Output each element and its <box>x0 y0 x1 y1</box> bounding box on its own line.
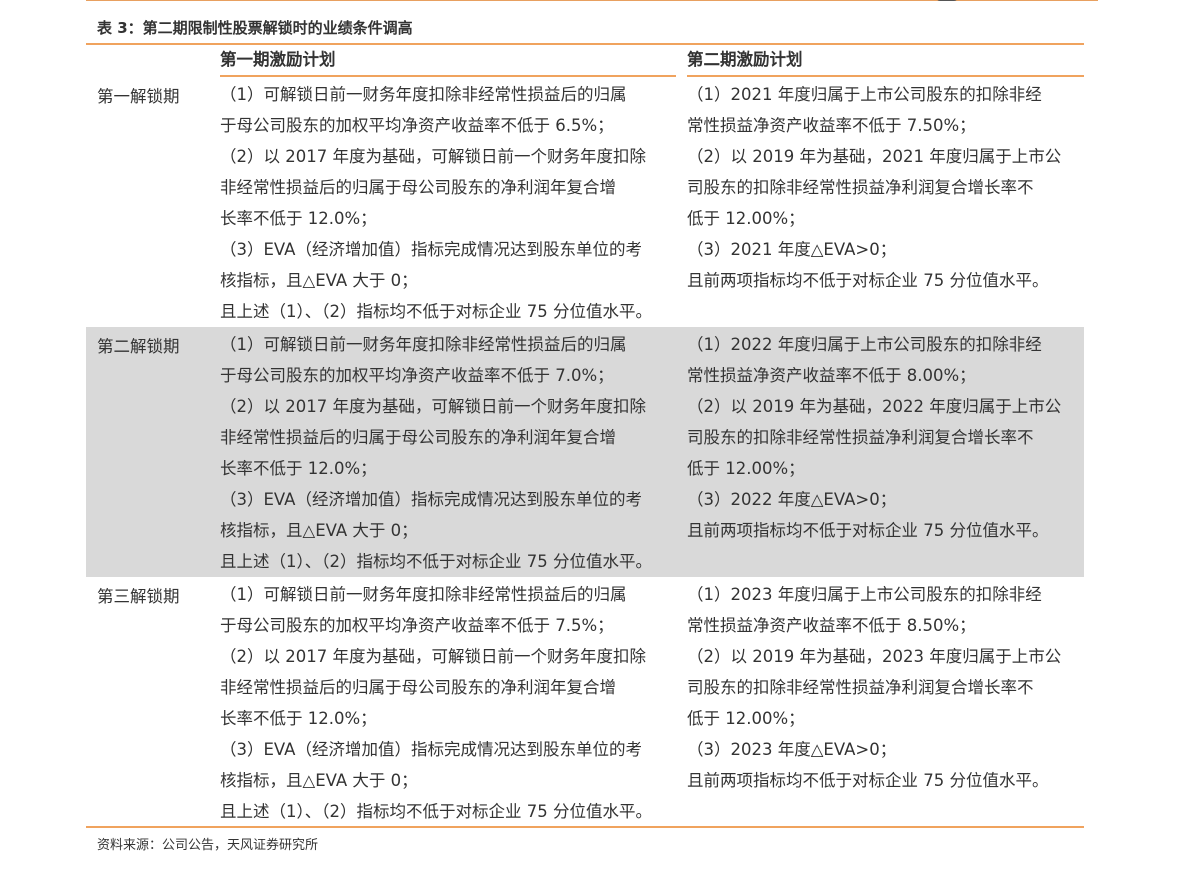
condition-line: 且前两项指标均不低于对标企业 75 分位值水平。 <box>687 771 1049 790</box>
condition-line: 核指标，且△EVA 大于 0； <box>220 271 418 290</box>
condition-line: （3）2022 年度△EVA>0； <box>687 490 897 509</box>
second-plan-conditions: （1）2021 年度归属于上市公司股东的扣除非经 常性损益净资产收益率不低于 7… <box>687 79 1079 296</box>
condition-line: 低于 12.00%； <box>687 459 805 478</box>
condition-line: 长率不低于 12.0%； <box>220 459 377 478</box>
table-bottom-rule <box>86 826 1084 828</box>
header-col-first-plan: 第一期激励计划 <box>220 50 336 69</box>
condition-line: （3）2023 年度△EVA>0； <box>687 740 897 759</box>
row-label: 第一解锁期 <box>97 87 180 106</box>
condition-line: （1）2021 年度归属于上市公司股东的扣除非经 <box>687 85 1042 104</box>
condition-line: 于母公司股东的加权平均净资产收益率不低于 7.0%； <box>220 366 614 385</box>
condition-line: 且上述（1）、（2）指标均不低于对标企业 75 分位值水平。 <box>220 302 652 321</box>
row-label: 第三解锁期 <box>97 587 180 606</box>
condition-line: （2）以 2017 年度为基础，可解锁日前一个财务年度扣除 <box>220 647 646 666</box>
table-row-period-1: 第一解锁期 （1）可解锁日前一财务年度扣除非经常性损益后的归属 于母公司股东的加… <box>86 77 1084 327</box>
first-plan-conditions: （1）可解锁日前一财务年度扣除非经常性损益后的归属 于母公司股东的加权平均净资产… <box>220 329 676 577</box>
condition-line: 非经常性损益后的归属于母公司股东的净利润年复合增 <box>220 178 616 197</box>
condition-line: （3）EVA（经济增加值）指标完成情况达到股东单位的考 <box>220 740 642 759</box>
condition-line: 常性损益净资产收益率不低于 7.50%； <box>687 116 976 135</box>
condition-line: 于母公司股东的加权平均净资产收益率不低于 7.5%； <box>220 616 614 635</box>
condition-line: 低于 12.00%； <box>687 209 805 228</box>
condition-line: 常性损益净资产收益率不低于 8.50%； <box>687 616 976 635</box>
condition-line: 司股东的扣除非经常性损益净利润复合增长率不 <box>687 428 1034 447</box>
condition-line: 且上述（1）、（2）指标均不低于对标企业 75 分位值水平。 <box>220 802 652 821</box>
table-row-period-2: 第二解锁期 （1）可解锁日前一财务年度扣除非经常性损益后的归属 于母公司股东的加… <box>86 327 1084 577</box>
condition-line: 非经常性损益后的归属于母公司股东的净利润年复合增 <box>220 678 616 697</box>
condition-line: 且上述（1）、（2）指标均不低于对标企业 75 分位值水平。 <box>220 552 652 571</box>
second-plan-conditions: （1）2023 年度归属于上市公司股东的扣除非经 常性损益净资产收益率不低于 8… <box>687 579 1079 796</box>
condition-line: 长率不低于 12.0%； <box>220 709 377 728</box>
condition-line: （2）以 2019 年为基础，2021 年度归属于上市公 <box>687 147 1062 166</box>
source-note: 资料来源：公司公告，天风证券研究所 <box>97 838 319 853</box>
first-plan-conditions: （1）可解锁日前一财务年度扣除非经常性损益后的归属 于母公司股东的加权平均净资产… <box>220 79 676 327</box>
condition-line: （1）可解锁日前一财务年度扣除非经常性损益后的归属 <box>220 335 627 354</box>
condition-line: （3）EVA（经济增加值）指标完成情况达到股东单位的考 <box>220 490 642 509</box>
header-col-second-plan: 第二期激励计划 <box>687 50 803 69</box>
condition-line: 低于 12.00%； <box>687 709 805 728</box>
table-row-period-3: 第三解锁期 （1）可解锁日前一财务年度扣除非经常性损益后的归属 于母公司股东的加… <box>86 577 1084 827</box>
condition-line: （3）EVA（经济增加值）指标完成情况达到股东单位的考 <box>220 240 642 259</box>
condition-line: 司股东的扣除非经常性损益净利润复合增长率不 <box>687 178 1034 197</box>
condition-line: （2）以 2019 年为基础，2022 年度归属于上市公 <box>687 397 1062 416</box>
table-caption: 表 3：第二期限制性股票解锁时的业绩条件调高 <box>97 19 413 37</box>
table-header: 第一期激励计划 第二期激励计划 <box>86 43 1084 76</box>
condition-line: （1）2022 年度归属于上市公司股东的扣除非经 <box>687 335 1042 354</box>
condition-line: 非经常性损益后的归属于母公司股东的净利润年复合增 <box>220 428 616 447</box>
condition-line: 于母公司股东的加权平均净资产收益率不低于 6.5%； <box>220 116 614 135</box>
condition-line: 核指标，且△EVA 大于 0； <box>220 771 418 790</box>
condition-line: （1）可解锁日前一财务年度扣除非经常性损益后的归属 <box>220 585 627 604</box>
condition-line: 长率不低于 12.0%； <box>220 209 377 228</box>
condition-line: （2）以 2017 年度为基础，可解锁日前一个财务年度扣除 <box>220 147 646 166</box>
first-plan-conditions: （1）可解锁日前一财务年度扣除非经常性损益后的归属 于母公司股东的加权平均净资产… <box>220 579 676 827</box>
condition-line: 且前两项指标均不低于对标企业 75 分位值水平。 <box>687 271 1049 290</box>
condition-line: 司股东的扣除非经常性损益净利润复合增长率不 <box>687 678 1034 697</box>
condition-line: 常性损益净资产收益率不低于 8.00%； <box>687 366 976 385</box>
condition-line: （2）以 2019 年为基础，2023 年度归属于上市公 <box>687 647 1062 666</box>
condition-line: （3）2021 年度△EVA>0； <box>687 240 897 259</box>
condition-line: （1）2023 年度归属于上市公司股东的扣除非经 <box>687 585 1042 604</box>
header-logo-fragment <box>936 0 958 1</box>
condition-line: （2）以 2017 年度为基础，可解锁日前一个财务年度扣除 <box>220 397 646 416</box>
row-label: 第二解锁期 <box>97 337 180 356</box>
condition-line: （1）可解锁日前一财务年度扣除非经常性损益后的归属 <box>220 85 627 104</box>
condition-line: 且前两项指标均不低于对标企业 75 分位值水平。 <box>687 521 1049 540</box>
second-plan-conditions: （1）2022 年度归属于上市公司股东的扣除非经 常性损益净资产收益率不低于 8… <box>687 329 1079 546</box>
condition-line: 核指标，且△EVA 大于 0； <box>220 521 418 540</box>
